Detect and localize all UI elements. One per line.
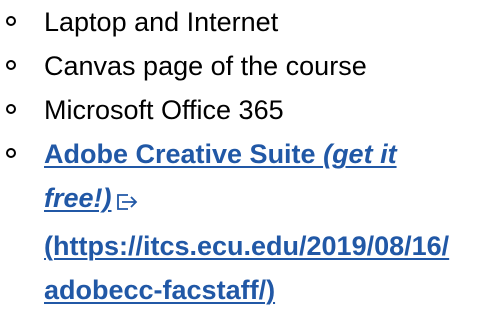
- link-url-line-2[interactable]: adobecc-facstaff/): [44, 275, 275, 305]
- link-url-line-1[interactable]: (https://itcs.ecu.edu/2019/08/16/: [44, 231, 449, 261]
- list-item-canvas: Canvas page of the course: [0, 44, 481, 88]
- link-label-italic-2: free!): [44, 183, 112, 213]
- link-label-italic-1: (get it: [323, 139, 397, 169]
- list-item-label: Canvas page of the course: [44, 51, 367, 81]
- external-link-icon[interactable]: [116, 180, 138, 224]
- link-label-main: Adobe Creative Suite: [44, 139, 324, 169]
- hollow-circle-bullet-icon: [6, 148, 16, 158]
- list-item-laptop: Laptop and Internet: [0, 0, 481, 44]
- adobe-creative-suite-link[interactable]: Adobe Creative Suite (get it free!): [44, 139, 397, 213]
- list-item-label: Laptop and Internet: [44, 7, 279, 37]
- hollow-circle-bullet-icon: [6, 60, 16, 70]
- hollow-circle-bullet-icon: [6, 16, 16, 26]
- list-item-office: Microsoft Office 365: [0, 88, 481, 132]
- hollow-circle-bullet-icon: [6, 104, 16, 114]
- requirements-list: Laptop and Internet Canvas page of the c…: [0, 0, 481, 312]
- list-item-adobe: Adobe Creative Suite (get it free!) (https…: [0, 132, 481, 312]
- list-item-label: Microsoft Office 365: [44, 95, 284, 125]
